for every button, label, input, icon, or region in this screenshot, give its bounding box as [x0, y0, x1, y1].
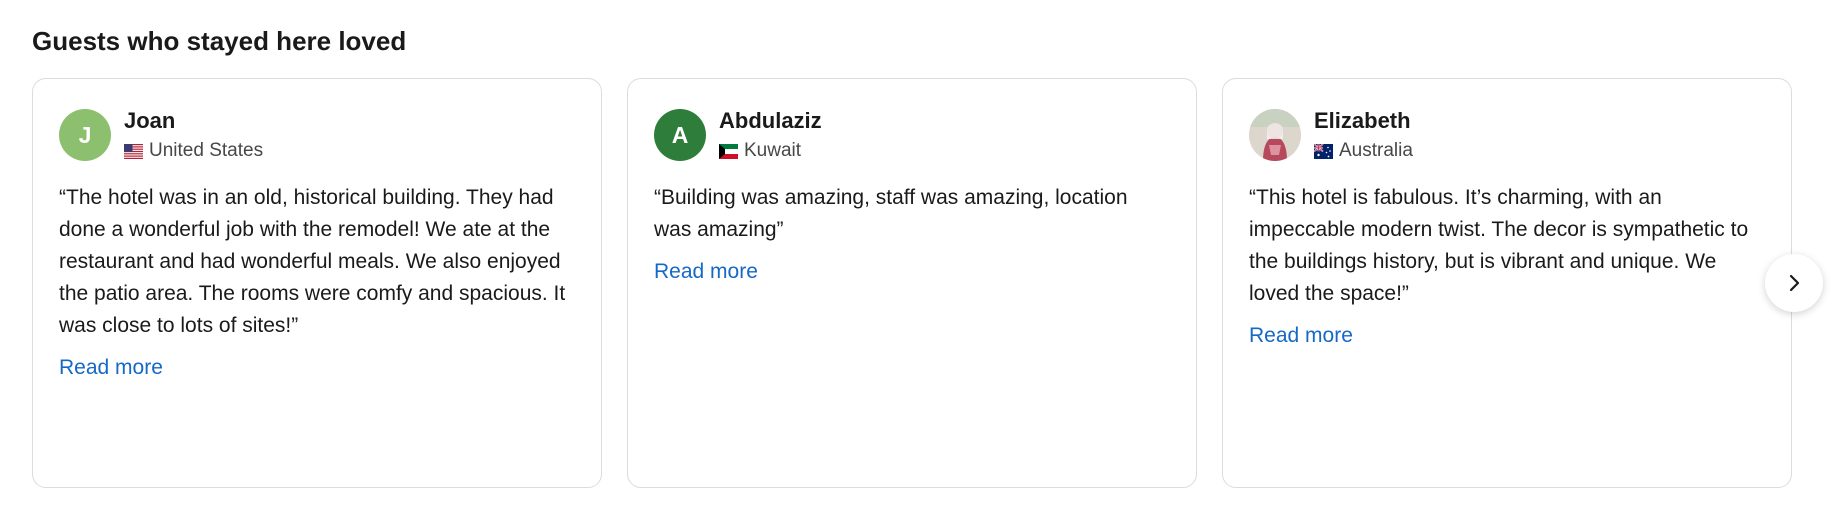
us-flag-icon — [124, 142, 143, 161]
country-name: Kuwait — [744, 140, 802, 161]
reviewer-header: J Joan United States — [59, 108, 575, 162]
avatar: J — [59, 109, 111, 161]
reviewer-info: Elizabeth Australia — [1314, 108, 1413, 162]
avatar — [1249, 109, 1301, 161]
reviewer-name: Abdulaziz — [719, 108, 822, 133]
section-title: Guests who stayed here loved — [32, 26, 407, 56]
read-more-link[interactable]: Read more — [59, 354, 163, 382]
chevron-right-icon — [1789, 274, 1800, 292]
reviewer-country: United States — [124, 140, 263, 162]
australia-flag-icon — [1314, 142, 1333, 161]
reviewer-country: Australia — [1314, 140, 1413, 162]
reviewer-header: A Abdulaziz Kuwait — [654, 108, 1170, 162]
reviewer-country: Kuwait — [719, 140, 822, 162]
review-card: J Joan United States “The hotel was in a… — [32, 78, 602, 488]
user-photo — [1249, 109, 1301, 161]
review-text: “The hotel was in an old, historical bui… — [59, 186, 566, 337]
review-carousel: J Joan United States “The hotel was in a… — [32, 78, 1792, 488]
review-text: “This hotel is fabulous. It’s charming, … — [1249, 186, 1749, 305]
guest-reviews-section: Guests who stayed here loved J Joan Unit… — [0, 0, 1844, 514]
reviewer-name: Elizabeth — [1314, 108, 1411, 133]
country-name: Australia — [1339, 140, 1413, 161]
avatar-initial: J — [78, 121, 92, 148]
country-name: United States — [149, 140, 264, 161]
review-card: A Abdulaziz Kuwait “Building was amazing… — [627, 78, 1197, 488]
avatar: A — [654, 109, 706, 161]
reviewer-info: Abdulaziz Kuwait — [719, 108, 822, 162]
review-text: “Building was amazing, staff was amazing… — [654, 186, 1128, 241]
avatar-initial: A — [671, 121, 689, 148]
kuwait-flag-icon — [719, 142, 738, 161]
review-card: Elizabeth Australia “This hotel is fabul… — [1222, 78, 1792, 488]
read-more-link[interactable]: Read more — [1249, 322, 1353, 350]
read-more-link[interactable]: Read more — [654, 258, 758, 286]
carousel-next-button[interactable] — [1765, 254, 1823, 312]
reviewer-info: Joan United States — [124, 108, 263, 162]
reviewer-name: Joan — [124, 108, 176, 133]
reviewer-header: Elizabeth Australia — [1249, 108, 1765, 162]
